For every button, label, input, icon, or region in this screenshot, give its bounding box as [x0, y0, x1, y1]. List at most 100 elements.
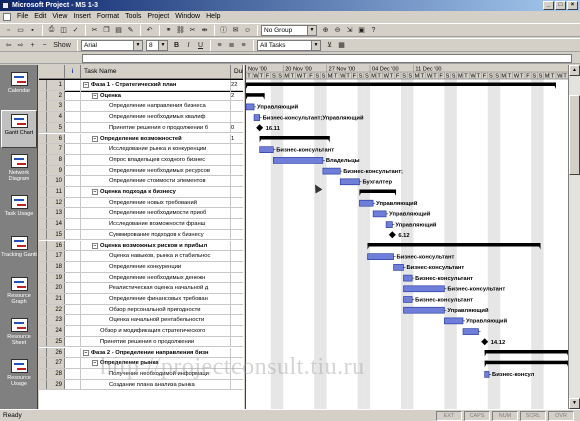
duration-cell[interactable]: [231, 369, 243, 379]
duration-cell[interactable]: [231, 326, 243, 336]
task-name-cell[interactable]: Суммирование подходов к бизнесу: [81, 229, 231, 240]
duration-cell[interactable]: [231, 348, 243, 358]
collapse-toggle-icon[interactable]: −: [92, 92, 98, 99]
duration-cell[interactable]: [231, 273, 243, 283]
vertical-scrollbar[interactable]: ▲ ▼: [568, 65, 580, 409]
table-row[interactable]: 27 − Определение рынка: [39, 358, 243, 369]
hyperlink-icon[interactable]: ⚭: [163, 25, 174, 36]
table-row[interactable]: 13 Определение необходимости приоб: [39, 208, 243, 220]
menu-tools[interactable]: Tools: [122, 11, 144, 22]
entry-field[interactable]: [82, 54, 572, 63]
italic-icon[interactable]: I: [183, 40, 194, 51]
collapse-toggle-icon[interactable]: −: [92, 135, 98, 142]
bold-icon[interactable]: B: [171, 40, 182, 51]
spelling-icon[interactable]: ✓: [70, 25, 81, 36]
split-task-icon[interactable]: ⇹: [199, 25, 210, 36]
task-name-cell[interactable]: Определение финансовых требован: [81, 294, 231, 304]
duration-cell[interactable]: [231, 166, 243, 176]
assign-resources-icon[interactable]: ☺: [242, 25, 253, 36]
duration-cell[interactable]: [231, 187, 243, 197]
table-row[interactable]: 16 − Оценка возможных рисков и прибыл: [39, 240, 243, 252]
table-row[interactable]: 18 Определение конкуренции: [39, 261, 243, 273]
task-name-cell[interactable]: Создание плана анализа рынка: [81, 379, 231, 390]
duration-cell[interactable]: [231, 380, 243, 390]
collapse-toggle-icon[interactable]: −: [92, 360, 98, 367]
table-row[interactable]: 11 − Оценка подхода к бизнесу: [39, 187, 243, 198]
task-name-cell[interactable]: Оценка навыков, рынка и стабильнос: [81, 251, 231, 261]
view-resource-graph[interactable]: Resource Graph: [1, 274, 37, 312]
unlink-tasks-icon[interactable]: ✂: [187, 25, 198, 36]
duration-cell[interactable]: [231, 305, 243, 315]
align-center-icon[interactable]: ≣: [226, 40, 237, 51]
corner-cell[interactable]: [39, 65, 65, 79]
view-calendar[interactable]: Calendar: [1, 69, 37, 107]
help-icon[interactable]: ?: [368, 25, 379, 36]
print-icon[interactable]: ⎙: [46, 25, 57, 36]
table-row[interactable]: 4 Определение необходимых квалиф: [39, 112, 243, 123]
collapse-toggle-icon[interactable]: −: [92, 189, 98, 195]
task-name-cell[interactable]: − Фаза 1 - Стратегический план: [81, 80, 231, 90]
duration-cell[interactable]: [231, 112, 243, 122]
task-name-cell[interactable]: − Определение рынка: [81, 358, 231, 368]
menu-view[interactable]: View: [49, 11, 70, 22]
scroll-thumb[interactable]: [569, 95, 580, 175]
row-selector[interactable]: [39, 144, 47, 154]
task-name-cell[interactable]: Обзор персональной пригодности: [81, 304, 231, 315]
menu-format[interactable]: Format: [94, 11, 122, 22]
collapse-toggle-icon[interactable]: −: [92, 242, 98, 249]
table-row[interactable]: 23 Оценка начальной рентабельности: [39, 315, 243, 327]
task-info-icon[interactable]: ⓘ: [218, 25, 229, 36]
row-selector[interactable]: [39, 240, 47, 251]
table-row[interactable]: 26 − Фаза 2 - Определение направления бизн: [39, 347, 243, 359]
row-selector[interactable]: [39, 165, 47, 176]
row-selector[interactable]: [39, 229, 47, 240]
task-name-cell[interactable]: Определение стоимости элементов: [81, 176, 231, 186]
task-name-cell[interactable]: Определение необходимости приоб: [81, 208, 231, 219]
duration-cell[interactable]: [231, 208, 243, 218]
task-name-cell[interactable]: Оценка начальной рентабельности: [81, 315, 231, 326]
task-name-cell[interactable]: − Определение возможностей: [81, 133, 231, 144]
table-row[interactable]: 22 Обзор персональной пригодности: [39, 304, 243, 316]
table-row[interactable]: 17 Оценка навыков, рынка и стабильнос: [39, 251, 243, 262]
task-name-column-header[interactable]: Task Name: [81, 65, 231, 79]
duration-cell[interactable]: [231, 262, 243, 272]
table-row[interactable]: 7 Исследование рынка и конкуренции: [39, 144, 243, 155]
table-row[interactable]: 15 Суммирование подходов к бизнесу: [39, 229, 243, 241]
align-left-icon[interactable]: ≡: [214, 40, 225, 51]
duration-cell[interactable]: 0: [231, 123, 243, 133]
zoom-in-icon[interactable]: ⊕: [320, 25, 331, 36]
duration-cell[interactable]: [231, 101, 243, 111]
duration-cell[interactable]: 1: [231, 134, 243, 144]
arrow-right-icon[interactable]: ⇨: [15, 40, 26, 51]
plus-icon[interactable]: +: [27, 40, 38, 51]
task-name-cell[interactable]: Определение конкуренции: [81, 261, 231, 272]
view-tracking-gantt[interactable]: Tracking Gantt: [1, 233, 37, 271]
autofilter-icon[interactable]: ⊻: [324, 40, 335, 51]
task-name-cell[interactable]: − Фаза 2 - Определение направления бизн: [81, 347, 231, 358]
row-selector[interactable]: [39, 304, 47, 315]
row-selector[interactable]: [39, 358, 47, 368]
show-button[interactable]: Show: [51, 40, 73, 51]
task-name-cell[interactable]: − Оценка подхода к бизнесу: [81, 187, 231, 197]
maximize-button[interactable]: □: [555, 1, 566, 10]
task-notes-icon[interactable]: ✉: [230, 25, 241, 36]
table-row[interactable]: 21 Определение финансовых требован: [39, 294, 243, 305]
task-name-cell[interactable]: Определение необходимых квалиф: [81, 112, 231, 122]
row-selector[interactable]: [39, 187, 47, 197]
font-select[interactable]: Arial ▼: [81, 39, 143, 51]
table-row[interactable]: 25 Принятие решения о продолжении: [39, 336, 243, 348]
task-name-cell[interactable]: Принятие решения о продолжении б: [81, 122, 231, 133]
arrow-left-icon[interactable]: ⇦: [3, 40, 14, 51]
table-row[interactable]: 2− Оценка 2: [39, 90, 243, 102]
row-selector[interactable]: [39, 379, 47, 390]
zoom-out-icon[interactable]: ⊖: [332, 25, 343, 36]
menu-file[interactable]: File: [14, 11, 31, 22]
view-resource-sheet[interactable]: Resource Sheet: [1, 315, 37, 353]
table-row[interactable]: 1− Фаза 1 - Стратегический план 22: [39, 79, 243, 92]
row-selector[interactable]: [39, 283, 47, 293]
scroll-down-icon[interactable]: ▼: [569, 398, 580, 409]
row-selector[interactable]: [39, 315, 47, 326]
row-selector[interactable]: [39, 80, 47, 90]
collapse-toggle-icon[interactable]: −: [83, 82, 89, 88]
task-name-cell[interactable]: − Оценка: [81, 90, 231, 101]
